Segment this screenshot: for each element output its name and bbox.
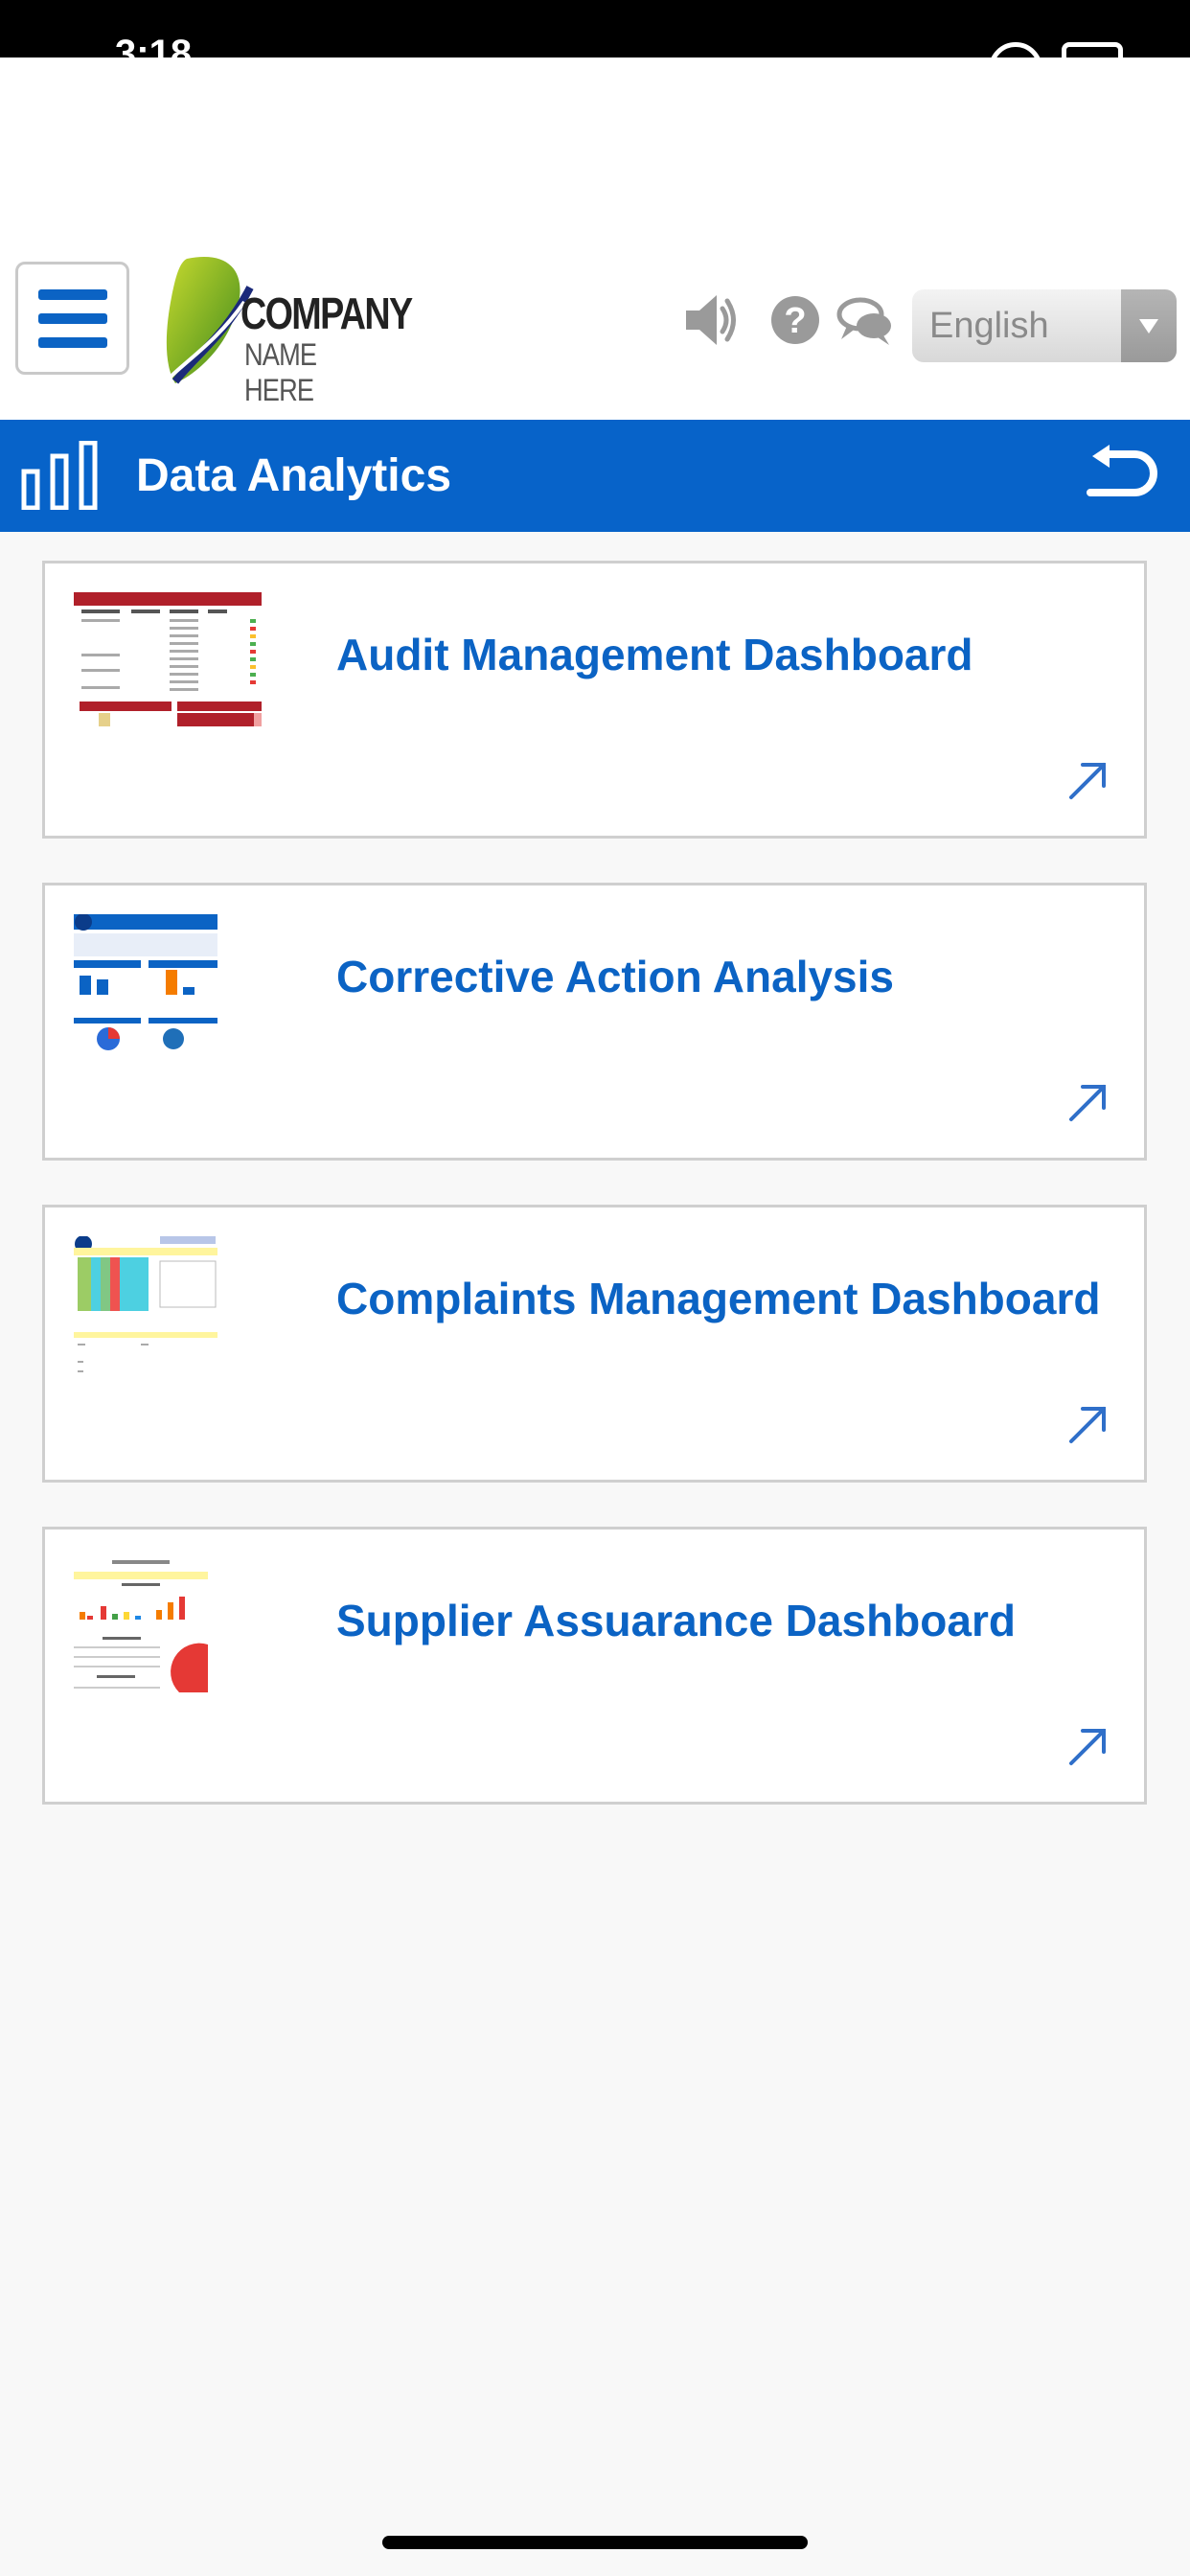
card-title: Supplier Assuarance Dashboard [336,1596,1016,1645]
dashboard-card[interactable]: Complaints Management Dashboard [42,1205,1147,1483]
menu-button[interactable] [15,262,129,375]
open-arrow-icon[interactable] [1067,1403,1110,1445]
open-arrow-icon[interactable] [1067,1081,1110,1123]
back-icon[interactable] [1085,445,1161,508]
menu-icon-bar [37,288,107,300]
bar-chart-icon [21,441,98,510]
language-value: English [929,306,1049,346]
open-arrow-icon[interactable] [1067,1725,1110,1767]
home-indicator[interactable] [382,2536,808,2549]
svg-text:?: ? [784,301,806,341]
logo-swoosh-icon [166,257,254,384]
status-icons [989,42,1123,58]
supplier-summary-thumbnail [74,1558,265,1702]
status-bar: 3:18 [0,0,1190,58]
wifi-icon [989,42,1042,58]
card-title: Audit Management Dashboard [336,630,973,679]
logo-text-line1: COMPANY [240,288,413,338]
dashboard-card[interactable]: Supplier Assuarance Dashboard [42,1527,1147,1805]
complaints-dashboard-thumbnail [74,1235,265,1380]
speaker-icon[interactable] [682,288,738,353]
page-title: Data Analytics [136,450,452,501]
help-icon[interactable]: ? [768,288,822,353]
card-title: Corrective Action Analysis [336,952,895,1001]
battery-icon [1062,42,1123,58]
audit-summary-thumbnail [74,913,265,1058]
menu-icon-bar [37,312,107,324]
open-arrow-icon[interactable] [1067,759,1110,801]
dropdown-arrow-icon[interactable] [1121,289,1177,362]
dashboard-card[interactable]: Audit Management Dashboard [42,561,1147,839]
language-select[interactable]: English [912,289,1177,362]
audit-schedule-thumbnail [74,592,265,736]
logo-text-line2: NAME HERE [244,337,317,407]
title-bar: Data Analytics [0,420,1190,532]
card-title: Complaints Management Dashboard [336,1274,1101,1323]
status-time: 3:18 [115,34,193,58]
company-logo: COMPANY NAME HERE [158,249,413,407]
dashboard-card[interactable]: Corrective Action Analysis [42,883,1147,1161]
chat-icon[interactable] [835,288,895,353]
menu-icon-bar [37,336,107,348]
